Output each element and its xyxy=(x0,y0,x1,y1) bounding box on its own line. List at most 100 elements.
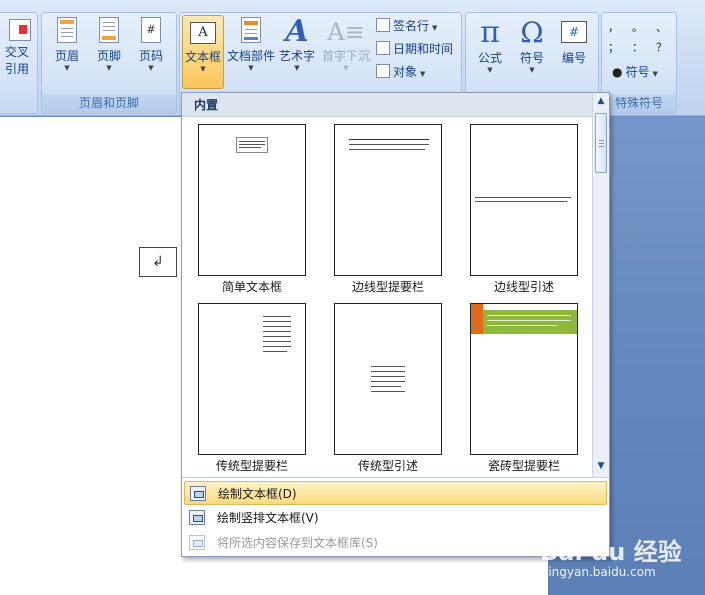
chevron-down-icon: ▼ xyxy=(148,64,154,72)
draw-vertical-textbox-icon xyxy=(189,510,205,525)
wordart-icon: A xyxy=(285,14,309,49)
signature-line-label: 签名行 xyxy=(393,19,430,33)
glyph-comma[interactable]: ， xyxy=(608,19,619,35)
wordart-label: 艺术字 xyxy=(278,49,315,63)
draw-textbox-label: 绘制文本框(D) xyxy=(218,487,297,501)
gallery-label-traditional-quote: 传统型引述 xyxy=(357,459,418,473)
symbol-button[interactable]: Ω 符号 ▼ xyxy=(512,17,552,93)
header-footer-group-label: 页眉和页脚 xyxy=(42,94,176,113)
special-symbols-group: ， 。 、 ； ： ？ ● 符号 ▼ 特殊符号 xyxy=(601,12,677,114)
chevron-down-icon: ▼ xyxy=(420,70,426,78)
chevron-down-icon: ▼ xyxy=(487,66,493,74)
date-time-icon xyxy=(376,41,390,55)
tile-green-block xyxy=(483,310,577,334)
wordart-button[interactable]: A 艺术字 ▼ xyxy=(276,17,318,93)
header-icon xyxy=(57,17,77,43)
drop-cap-button[interactable]: A≡ 首字下沉 ▼ xyxy=(320,17,372,93)
footer-label: 页脚 xyxy=(96,49,121,63)
object-button[interactable]: 对象 ▼ xyxy=(376,63,425,80)
special-symbol-button[interactable]: ● 符号 ▼ xyxy=(612,63,658,80)
scrollbar-thumb[interactable] xyxy=(595,113,607,173)
header-footer-group: 页眉 ▼ 页脚 ▼ # 页码 ▼ 页眉和页脚 xyxy=(41,12,177,114)
gallery-item-traditional-sidebar[interactable] xyxy=(198,303,306,455)
tile-orange-block xyxy=(471,304,483,334)
footer-icon xyxy=(99,17,119,43)
gallery-header: 内置 xyxy=(182,93,592,117)
header-label: 页眉 xyxy=(54,49,79,63)
draw-vertical-textbox-item[interactable]: 绘制竖排文本框(V) xyxy=(184,506,607,530)
gallery-scrollbar[interactable]: ▲ ▼ xyxy=(592,93,609,477)
chevron-down-icon: ▼ xyxy=(432,24,438,32)
equation-button[interactable]: π 公式 ▼ xyxy=(470,17,510,93)
date-time-button[interactable]: 日期和时间 xyxy=(376,40,453,57)
gallery-item-border-sidebar[interactable] xyxy=(334,124,442,276)
textbox-icon: A xyxy=(190,22,216,44)
chevron-down-icon: ▼ xyxy=(529,66,535,74)
omega-icon: Ω xyxy=(520,16,544,49)
special-symbols-group-label: 特殊符号 xyxy=(602,94,676,113)
crossref-label-1: 交叉 xyxy=(4,45,29,59)
textbox-label: 文本框 xyxy=(184,50,221,64)
chevron-down-icon: ▼ xyxy=(343,64,349,72)
glyph-enum-comma[interactable]: 、 xyxy=(656,19,667,35)
quick-parts-icon xyxy=(241,17,261,43)
page-number-label: 页码 xyxy=(138,49,163,63)
chevron-down-icon: ▼ xyxy=(64,64,70,72)
draw-textbox-icon xyxy=(190,486,206,501)
crossref-label-2: 引用 xyxy=(4,62,29,76)
glyph-colon[interactable]: ： xyxy=(632,39,643,55)
baidu-watermark-url: jingyan.baidu.com xyxy=(545,565,656,579)
chevron-down-icon: ▼ xyxy=(106,64,112,72)
glyph-semicolon[interactable]: ； xyxy=(608,39,619,55)
header-button[interactable]: 页眉 ▼ xyxy=(48,17,86,93)
object-icon xyxy=(376,64,390,78)
baidu-watermark-logo: Bai du 经验 xyxy=(540,538,682,566)
page-number-button[interactable]: # 页码 ▼ xyxy=(132,17,170,93)
glyph-period[interactable]: 。 xyxy=(632,19,643,35)
gallery-item-simple-textbox[interactable] xyxy=(198,124,306,276)
gallery-label-tile-sidebar: 瓷砖型提要栏 xyxy=(487,459,560,473)
number-label: 编号 xyxy=(561,51,586,65)
equation-label: 公式 xyxy=(477,51,502,65)
save-selection-icon xyxy=(189,535,205,550)
gallery-divider xyxy=(182,477,609,478)
textbox-button[interactable]: A 文本框 ▼ xyxy=(182,15,224,89)
links-group: 交叉 引用 xyxy=(0,12,38,114)
signature-line-button[interactable]: 签名行 ▼ xyxy=(376,17,437,34)
paragraph-mark: ↲ xyxy=(139,247,177,277)
date-time-label: 日期和时间 xyxy=(393,42,454,56)
gallery-item-tile-sidebar[interactable] xyxy=(470,303,578,455)
pi-icon: π xyxy=(480,15,500,50)
textbox-gallery: 内置 ▲ ▼ 简单文本框 边线型提要栏 边线型引述 传统型提要栏 传统型引述 瓷… xyxy=(181,92,610,557)
gallery-label-border-quote: 边线型引述 xyxy=(493,280,554,294)
chevron-down-icon: ▼ xyxy=(652,70,658,78)
signature-line-icon xyxy=(376,18,390,32)
crossref-icon xyxy=(9,19,31,41)
glyph-question[interactable]: ？ xyxy=(656,39,667,55)
footer-button[interactable]: 页脚 ▼ xyxy=(90,17,128,93)
gallery-label-simple-textbox: 简单文本框 xyxy=(221,280,282,294)
object-label: 对象 xyxy=(393,65,418,79)
save-selection-label: 将所选内容保存到文本框库(S) xyxy=(217,536,378,550)
gallery-label-border-sidebar: 边线型提要栏 xyxy=(351,280,424,294)
number-button[interactable]: # 编号 xyxy=(554,17,594,93)
scroll-up-icon[interactable]: ▲ xyxy=(596,96,606,106)
symbol-label: 符号 xyxy=(519,51,544,65)
quick-parts-label: 文档部件 xyxy=(226,49,275,63)
drop-cap-icon: A≡ xyxy=(327,18,365,46)
drop-cap-label: 首字下沉 xyxy=(321,49,370,63)
chevron-down-icon: ▼ xyxy=(294,64,300,72)
bullet-icon: ● xyxy=(612,65,623,79)
chevron-down-icon: ▼ xyxy=(200,65,206,73)
chevron-down-icon: ▼ xyxy=(248,64,254,72)
number-icon: # xyxy=(561,21,587,43)
draw-vertical-textbox-label: 绘制竖排文本框(V) xyxy=(217,511,319,525)
special-symbol-label: 符号 xyxy=(625,65,650,79)
gallery-label-traditional-sidebar: 传统型提要栏 xyxy=(215,459,288,473)
scroll-down-icon[interactable]: ▼ xyxy=(596,461,606,471)
quick-parts-button[interactable]: 文档部件 ▼ xyxy=(226,17,276,93)
gallery-item-traditional-quote[interactable] xyxy=(334,303,442,455)
draw-textbox-item[interactable]: 绘制文本框(D) xyxy=(184,481,607,505)
crossref-button[interactable]: 交叉 引用 xyxy=(0,19,35,77)
gallery-item-border-quote[interactable] xyxy=(470,124,578,276)
